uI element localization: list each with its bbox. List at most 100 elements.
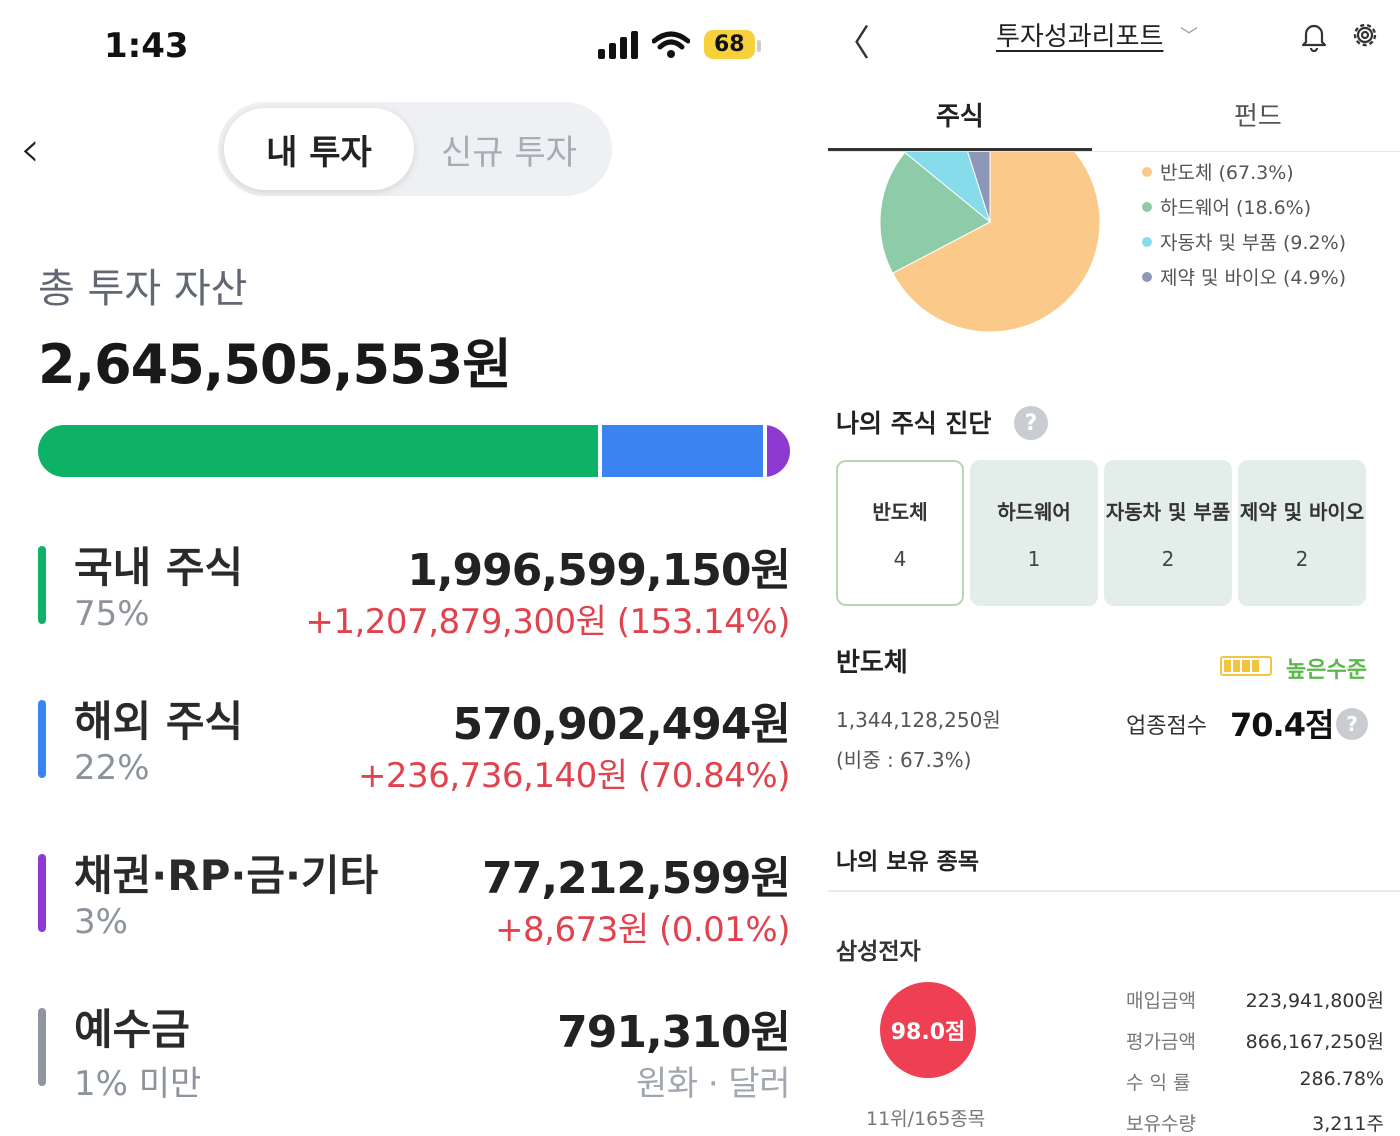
sector-card-label: 제약 및 바이오 — [1239, 499, 1365, 524]
sector-card-label: 하드웨어 — [997, 499, 1071, 524]
chevron-down-icon[interactable]: ﹀ — [1180, 22, 1198, 48]
asset-row[interactable]: 해외 주식 22% 570,902,494원 +236,736,140원 (70… — [38, 690, 791, 800]
legend-label: 제약 및 바이오 (4.9%) — [1160, 267, 1347, 289]
detail-key: 수 익 률 — [1126, 1072, 1191, 1094]
sector-card-count: 1 — [1027, 546, 1041, 571]
asset-row[interactable]: 국내 주식 75% 1,996,599,150원 +1,207,879,300원… — [38, 536, 791, 646]
detail-key: 평가금액 — [1126, 1031, 1196, 1053]
asset-percent: 1% 미만 — [74, 1064, 202, 1104]
signal-icon — [598, 30, 638, 59]
stock-detail-table: 매입금액 223,941,800원 평가금액 866,167,250원 수 익 률 … — [1126, 986, 1384, 1136]
sector-cards: 반도체 4 하드웨어 1 자동차 및 부품 2 제약 및 바이오 2 — [836, 460, 1366, 606]
level-battery-icon — [1220, 656, 1272, 676]
asset-name: 국내 주식 — [74, 543, 244, 592]
legend-item: 반도체 (67.3%) — [1142, 154, 1346, 189]
asset-change: 원화 · 달러 — [635, 1064, 791, 1104]
legend-label: 하드웨어 (18.6%) — [1160, 197, 1312, 219]
stock-rank: 11위/165종목 — [866, 1108, 986, 1130]
legend-item: 제약 및 바이오 (4.9%) — [1142, 259, 1346, 294]
legend-dot — [1142, 166, 1152, 177]
sector-pie-chart — [878, 152, 1102, 332]
asset-color-marker — [38, 700, 46, 778]
asset-change: +236,736,140원 (70.84%) — [357, 756, 791, 796]
stock-diagnosis-title: 나의 주식 진단 — [836, 409, 992, 438]
detail-value: 286.78% — [1299, 1068, 1384, 1090]
sector-card[interactable]: 반도체 4 — [836, 460, 964, 606]
legend-item: 하드웨어 (18.6%) — [1142, 189, 1346, 224]
detail-value: 223,941,800원 — [1245, 990, 1384, 1012]
stock-score-badge: 98.0점 — [880, 982, 976, 1078]
legend-item: 자동차 및 부품 (9.2%) — [1142, 224, 1346, 259]
allocation-segment — [602, 425, 768, 477]
back-arrow-icon[interactable]: 〈 — [834, 14, 870, 66]
wifi-icon — [652, 31, 690, 58]
allocation-segment — [767, 425, 790, 477]
stock-name[interactable]: 삼성전자 — [836, 932, 921, 966]
tab-funds[interactable]: 펀드 — [1234, 96, 1282, 133]
help-icon[interactable]: ? — [1336, 708, 1368, 740]
level-text: 높은수준 — [1286, 658, 1367, 683]
asset-name: 채권·RP·금·기타 — [74, 851, 379, 900]
help-icon[interactable]: ? — [1014, 406, 1048, 440]
legend-dot — [1142, 236, 1152, 247]
asset-percent: 3% — [74, 902, 128, 942]
status-time: 1:43 — [104, 26, 189, 66]
sector-share: (비중 : 67.3%) — [836, 748, 972, 772]
asset-amount: 791,310원 — [557, 1007, 791, 1058]
holdings-title: 나의 보유 종목 — [836, 849, 979, 875]
bell-icon[interactable] — [1300, 22, 1328, 52]
legend-dot — [1142, 271, 1152, 282]
detail-value: 866,167,250원 — [1245, 1031, 1384, 1053]
total-assets-label: 총 투자 자산 — [38, 266, 248, 312]
tab-my-investment[interactable]: 내 투자 — [224, 108, 414, 190]
asset-row[interactable]: 채권·RP·금·기타 3% 77,212,599원 +8,673원 (0.01%… — [38, 844, 791, 954]
asset-percent: 22% — [74, 748, 150, 788]
detail-row: 수 익 률 286.78% — [1126, 1068, 1384, 1109]
active-tab-indicator — [828, 148, 1092, 151]
legend-label: 자동차 및 부품 (9.2%) — [1160, 232, 1347, 254]
allocation-segment — [38, 425, 602, 477]
asset-amount: 570,902,494원 — [452, 699, 791, 750]
sector-card-label: 반도체 — [872, 499, 928, 524]
back-arrow-icon[interactable]: ‹ — [20, 120, 40, 178]
sector-score-value: 70.4점 — [1230, 706, 1334, 744]
sector-card[interactable]: 자동차 및 부품 2 — [1104, 460, 1232, 606]
sector-amount: 1,344,128,250원 — [836, 708, 1001, 732]
asset-amount: 77,212,599원 — [482, 853, 791, 904]
sector-score-label: 업종점수 — [1126, 714, 1207, 739]
total-assets-value: 2,645,505,553원 — [38, 333, 512, 396]
left-panel-my-investment: 1:43 68 ‹ 내 투자 신규 투자 총 투자 자산 2,645,505,5… — [0, 0, 812, 1136]
asset-color-marker — [38, 1008, 46, 1086]
report-tabs: 주식 펀드 — [828, 80, 1400, 152]
tab-stocks[interactable]: 주식 — [936, 96, 984, 133]
gear-icon[interactable] — [1350, 20, 1380, 50]
battery-indicator: 68 — [704, 30, 761, 59]
asset-amount: 1,996,599,150원 — [407, 545, 791, 596]
right-panel-performance-report: 〈 투자성과리포트 ﹀ 주식 펀드 반도체 (67.3%) 하드웨어 (18.6… — [828, 0, 1400, 1136]
asset-color-marker — [38, 546, 46, 624]
tab-new-investment[interactable]: 신규 투자 — [414, 108, 604, 190]
asset-row[interactable]: 예수금 1% 미만 791,310원 원화 · 달러 — [38, 998, 791, 1108]
sector-card-count: 4 — [893, 546, 907, 571]
asset-percent: 75% — [74, 594, 150, 634]
sector-card[interactable]: 제약 및 바이오 2 — [1238, 460, 1366, 606]
detail-row: 매입금액 223,941,800원 — [1126, 986, 1384, 1027]
legend-dot — [1142, 201, 1152, 212]
sector-name: 반도체 — [836, 648, 908, 678]
investment-segment-control: 내 투자 신규 투자 — [218, 102, 612, 196]
detail-value: 3,211주 — [1312, 1113, 1384, 1135]
allocation-bar — [38, 425, 790, 477]
detail-row: 평가금액 866,167,250원 — [1126, 1027, 1384, 1068]
sector-card[interactable]: 하드웨어 1 — [970, 460, 1098, 606]
legend-label: 반도체 (67.3%) — [1160, 162, 1294, 184]
asset-name: 예수금 — [74, 1005, 190, 1054]
detail-key: 보유수량 — [1126, 1113, 1196, 1135]
detail-row: 보유수량 3,211주 — [1126, 1109, 1384, 1136]
detail-key: 매입금액 — [1126, 990, 1196, 1012]
report-title[interactable]: 투자성과리포트 — [996, 16, 1163, 53]
sector-card-label: 자동차 및 부품 — [1105, 499, 1231, 524]
pie-legend: 반도체 (67.3%) 하드웨어 (18.6%) 자동차 및 부품 (9.2%)… — [1142, 154, 1346, 294]
sector-card-count: 2 — [1295, 546, 1309, 571]
divider — [828, 890, 1400, 892]
status-icons: 68 — [598, 30, 761, 59]
